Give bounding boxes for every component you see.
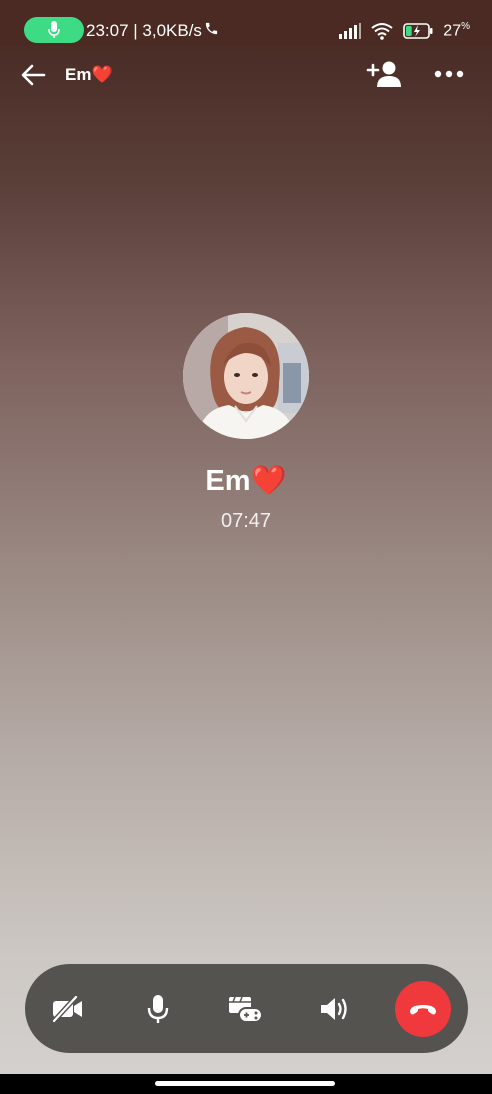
- mic-active-indicator[interactable]: [24, 17, 84, 43]
- mute-button[interactable]: [135, 986, 181, 1032]
- wifi-icon: [371, 23, 393, 40]
- call-screen: 23:07 | 3,0KB/s 27% Em❤️ Em❤️ 07:47: [0, 0, 492, 1074]
- game-effects-button[interactable]: [222, 986, 268, 1032]
- phone-icon: [205, 22, 218, 35]
- battery-icon: [403, 23, 433, 39]
- home-indicator[interactable]: [155, 1081, 335, 1086]
- call-duration: 07:47: [220, 510, 272, 532]
- battery-percent: 27%: [443, 21, 470, 40]
- camera-off-icon: [52, 995, 82, 1023]
- status-bar: 23:07 | 3,0KB/s 27%: [0, 0, 492, 46]
- status-right-group: 27%: [339, 19, 470, 43]
- caller-avatar: [183, 313, 309, 439]
- camera-toggle-button[interactable]: [45, 986, 91, 1032]
- header-title: Em❤️: [65, 65, 113, 84]
- time-and-speed: 23:07 | 3,0KB/s: [86, 21, 202, 40]
- speaker-button[interactable]: [311, 986, 357, 1032]
- add-user-icon[interactable]: [366, 59, 402, 89]
- avatar-photo: [183, 313, 309, 439]
- game-icon: [229, 996, 263, 1023]
- microphone-icon: [48, 21, 60, 38]
- caller-name: Em❤️: [205, 465, 287, 497]
- speaker-icon: [321, 998, 347, 1020]
- call-controls-bar: [25, 964, 468, 1053]
- end-call-icon: [410, 1005, 436, 1015]
- end-call-button[interactable]: [395, 981, 451, 1037]
- signal-icon: [339, 23, 362, 39]
- more-options-icon[interactable]: [434, 66, 464, 82]
- back-arrow-icon[interactable]: [18, 60, 48, 90]
- call-header: Em❤️: [0, 46, 492, 102]
- microphone-icon: [147, 995, 169, 1023]
